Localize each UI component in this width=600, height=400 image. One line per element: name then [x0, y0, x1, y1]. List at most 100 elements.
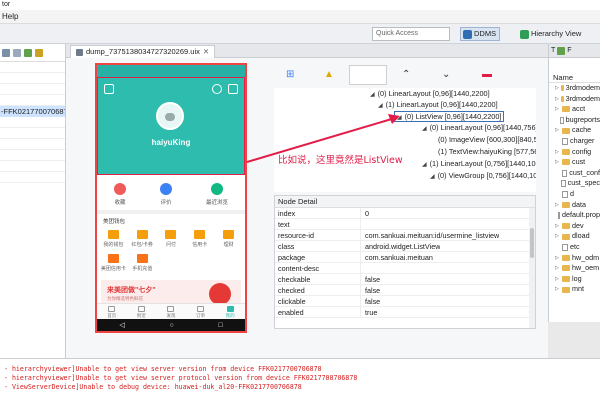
android-nav-bar: ◁ ○ □	[97, 319, 245, 331]
tree-node[interactable]: ◢ (0) ViewGroup [0,756][1440,10	[430, 170, 536, 181]
list-item[interactable]: ▷ dev	[549, 221, 600, 232]
list-item[interactable]: default.prop	[549, 210, 600, 221]
table-row[interactable]: index 0	[275, 208, 535, 219]
grid-item[interactable]: 我的钱包	[99, 230, 128, 248]
list-item[interactable]: ▷ cust	[549, 157, 600, 168]
tree-node[interactable]: ◢ (1) LinearLayout [0,756][1440,1068	[422, 158, 536, 169]
table-row[interactable]: checked false	[275, 285, 535, 296]
tab-file-explorer[interactable]: F	[567, 47, 571, 54]
list-item[interactable]: ▷ hw_oem	[549, 263, 600, 274]
avatar[interactable]	[156, 102, 184, 130]
tab-threads[interactable]: T	[551, 47, 555, 54]
grid-item[interactable]: 红包/卡券	[128, 230, 157, 248]
perspective-ddms-button[interactable]: DDMS	[460, 27, 501, 41]
settings-icon[interactable]	[104, 84, 114, 94]
grid-item[interactable]: 手机充值	[128, 254, 157, 272]
grid-item[interactable]: 美团信用卡	[99, 254, 128, 272]
quick-access-input[interactable]: Quick Access	[372, 27, 450, 41]
back-icon[interactable]: ◁	[119, 321, 124, 329]
tab-home[interactable]: 首页	[107, 304, 116, 319]
quick-reviews[interactable]: 评价	[159, 183, 172, 206]
recents-icon[interactable]: □	[218, 322, 222, 329]
list-item[interactable]: ▷ config	[549, 147, 600, 158]
tab-nearby[interactable]: 附近	[137, 304, 146, 319]
inspect-icon[interactable]	[24, 48, 32, 57]
list-item[interactable]: ▷ log	[549, 274, 600, 285]
menu-bar: Help	[0, 10, 600, 24]
table-row[interactable]: package com.sankuai.meituan	[275, 252, 535, 263]
ddms-icon	[463, 29, 472, 39]
tab-discover[interactable]: 发现	[166, 304, 175, 319]
tree-node[interactable]: ◢ (0) LinearLayout [0,96][1440,756]	[422, 122, 536, 133]
list-item[interactable]: etc	[549, 242, 600, 253]
home-button-icon[interactable]: ○	[169, 322, 173, 329]
refresh-icon[interactable]	[2, 48, 10, 57]
list-item[interactable]: d	[549, 189, 600, 200]
list-item[interactable]: cust_conf	[549, 168, 600, 179]
table-row[interactable]: text	[275, 219, 535, 230]
tree-node[interactable]: ◢ (1) LinearLayout [0,96][1440,2200]	[378, 99, 498, 110]
credit-card-icon	[194, 230, 206, 239]
tab-orders[interactable]: 订单	[196, 304, 205, 319]
list-item[interactable]: bugreports	[549, 115, 600, 126]
hierarchy-view-icon	[520, 29, 529, 39]
tree-node-selected[interactable]: ◢ (0) ListView [0,96][1440,2200]	[394, 111, 505, 122]
close-icon[interactable]: ✕	[203, 46, 209, 58]
list-item[interactable]: ▷ dload	[549, 231, 600, 242]
phone-status-bar	[97, 65, 245, 77]
quick-recent[interactable]: 最近浏览	[206, 183, 228, 206]
capture-icon[interactable]	[35, 48, 43, 57]
tree-node[interactable]: (0) ImageView [600,300][840,5	[438, 134, 536, 145]
device-list-item[interactable]: -FFK0217700706878	[0, 106, 65, 117]
profile-header[interactable]: haiyuKing	[97, 77, 245, 175]
name-column-header[interactable]: Name	[549, 72, 600, 83]
wallet-icon	[107, 230, 119, 239]
list-item[interactable]: cust_spec	[549, 178, 600, 189]
quick-favorites[interactable]: 收藏	[113, 183, 126, 206]
table-row[interactable]: class android.widget.ListView	[275, 241, 535, 252]
table-row[interactable]: resource-id com.sankuai.meituan:id/usermi…	[275, 230, 535, 241]
menu-help[interactable]: Help	[2, 12, 18, 21]
list-item[interactable]: charger	[549, 136, 600, 147]
scan-icon[interactable]	[212, 84, 222, 94]
table-row[interactable]: content-desc	[275, 263, 535, 274]
list-item[interactable]: ▷ cache	[549, 125, 600, 136]
card-icon	[107, 254, 119, 263]
tree-node[interactable]: (1) TextView:haiyuKing [577,56	[438, 146, 536, 157]
list-item[interactable]: ▷ data	[549, 200, 600, 211]
list-item[interactable]: ▷ mnt	[549, 284, 600, 295]
device-screenshot[interactable]: haiyuKing 收藏 评价 最近浏览 美团钱包 我的钱包 红包/卡券 问付 …	[95, 63, 247, 333]
list-item[interactable]: ▷ 3rdmodem	[549, 83, 600, 94]
search-box[interactable]	[349, 65, 387, 85]
grid-item[interactable]: 问付	[157, 230, 186, 248]
table-row[interactable]: clickable false	[275, 296, 535, 307]
editor-tab-uix-dump[interactable]: dump_7375138034727320269.uix ✕	[70, 45, 216, 58]
node-detail-scrollbar[interactable]	[529, 208, 535, 328]
folder-icon	[562, 106, 570, 113]
tree-toolbar: ⊞ ▲ ⌃ ⌄ ▬	[274, 62, 544, 90]
table-row[interactable]: checkable false	[275, 274, 535, 285]
clear-icon[interactable]: ▬	[482, 70, 492, 80]
tree-node[interactable]: ◢ (0) LinearLayout [0,96][1440,2200]	[370, 88, 490, 99]
main-toolbar: Quick Access DDMS Hierarchy View	[0, 24, 600, 44]
load-icon[interactable]	[13, 48, 21, 57]
warning-icon[interactable]: ▲	[324, 70, 334, 80]
list-item[interactable]: ▷ 3rdmodem	[549, 94, 600, 105]
table-row[interactable]: enabled true	[275, 307, 535, 318]
chevron-down-icon[interactable]: ⌄	[442, 70, 450, 80]
chevron-up-icon[interactable]: ⌃	[402, 70, 410, 80]
phone-recharge-icon	[136, 254, 148, 263]
list-item[interactable]: ▷ acct	[549, 104, 600, 115]
list-item[interactable]: ▷ hw_odm	[549, 253, 600, 264]
tab-mine[interactable]: 我的	[226, 304, 235, 319]
perspective-hierarchy-view-button[interactable]: Hierarchy View	[518, 27, 584, 41]
grid-item[interactable]: 信用卡	[185, 230, 214, 248]
grid-item[interactable]: 理财	[214, 230, 243, 248]
username: haiyuKing	[151, 138, 191, 147]
folder-icon	[560, 95, 564, 102]
file-icon	[562, 190, 568, 198]
location-icon	[137, 306, 145, 312]
pay-icon	[165, 230, 177, 239]
message-icon[interactable]	[228, 84, 238, 94]
expand-all-icon[interactable]: ⊞	[286, 70, 294, 80]
